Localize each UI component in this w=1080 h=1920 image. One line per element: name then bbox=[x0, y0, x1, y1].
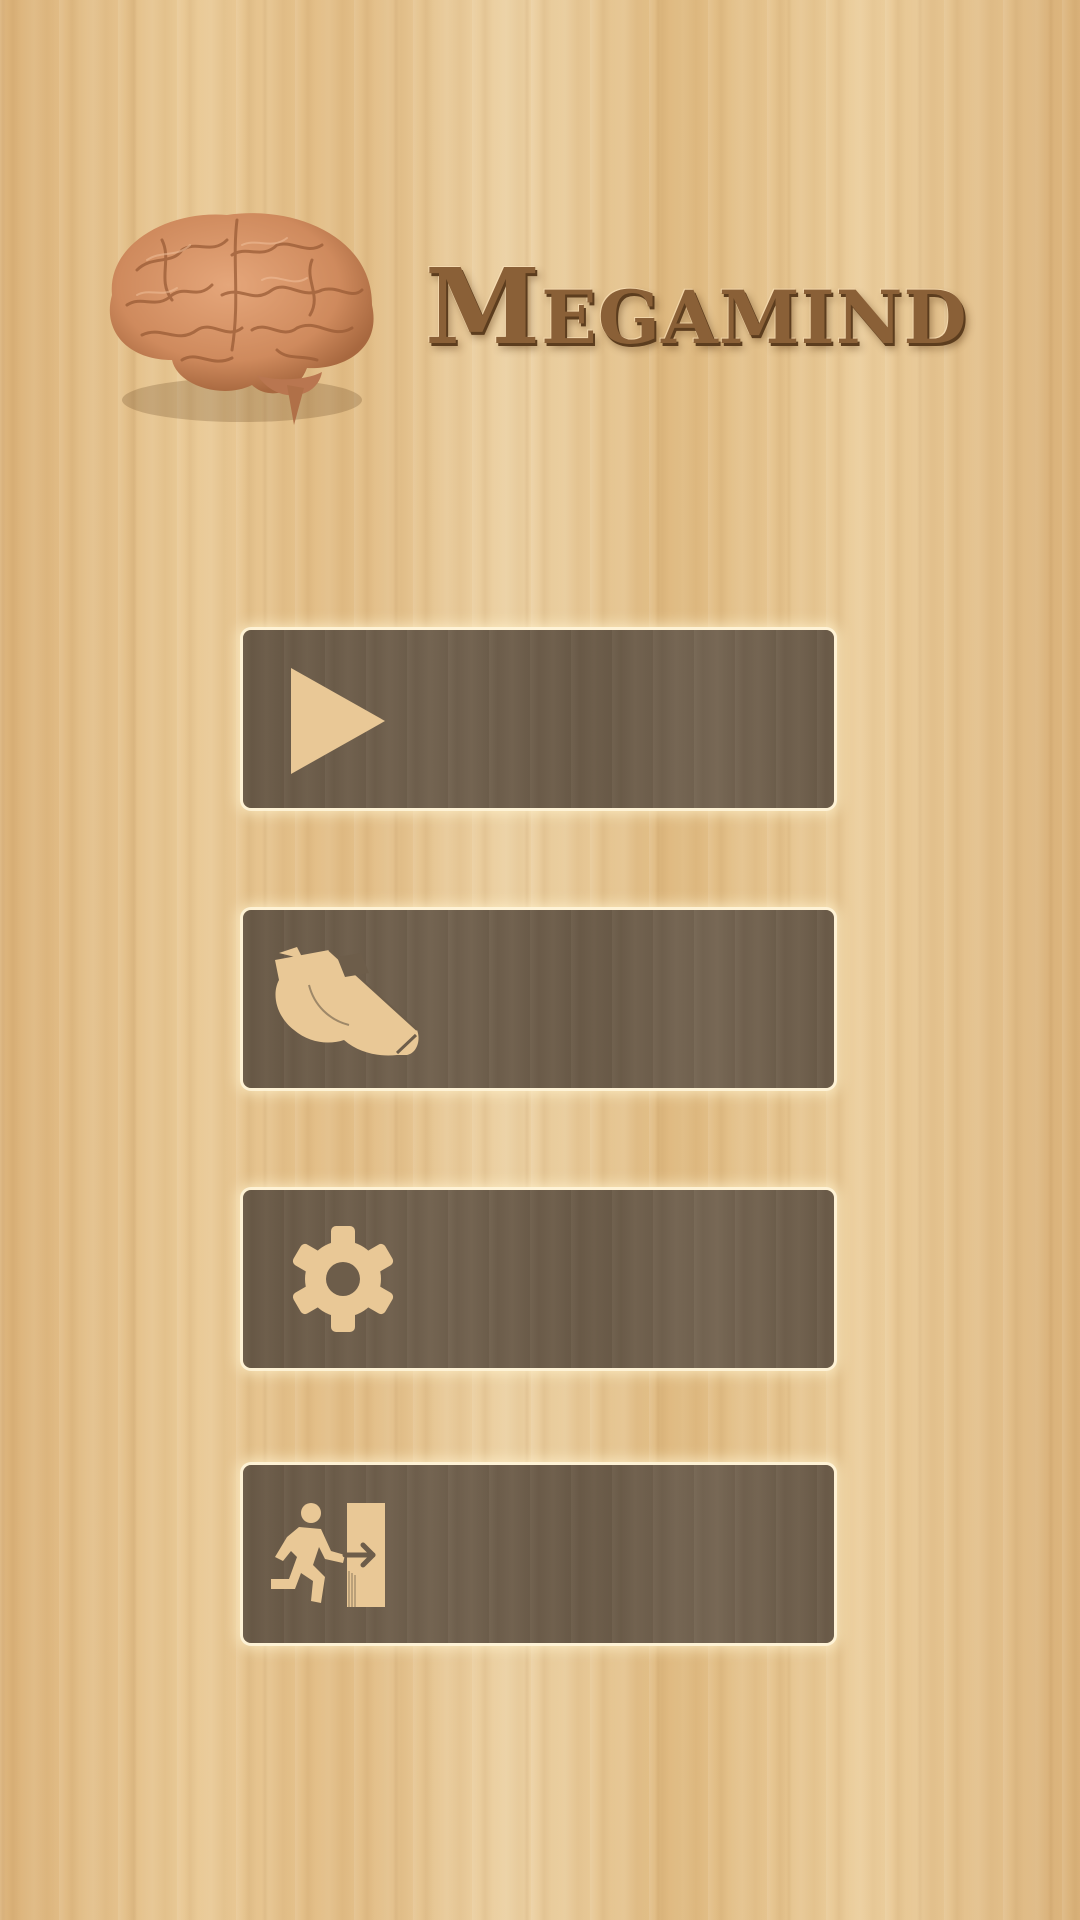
play-button[interactable] bbox=[243, 630, 834, 808]
play-icon bbox=[291, 668, 385, 774]
settings-button[interactable] bbox=[243, 1190, 834, 1368]
whistle-button[interactable] bbox=[243, 910, 834, 1088]
app-title: Megamind bbox=[425, 245, 968, 368]
gear-icon bbox=[292, 1226, 394, 1332]
whistle-icon bbox=[275, 947, 419, 1056]
exit-button[interactable] bbox=[243, 1465, 834, 1643]
exit-running-icon bbox=[271, 1503, 385, 1607]
brain-logo bbox=[109, 213, 374, 425]
